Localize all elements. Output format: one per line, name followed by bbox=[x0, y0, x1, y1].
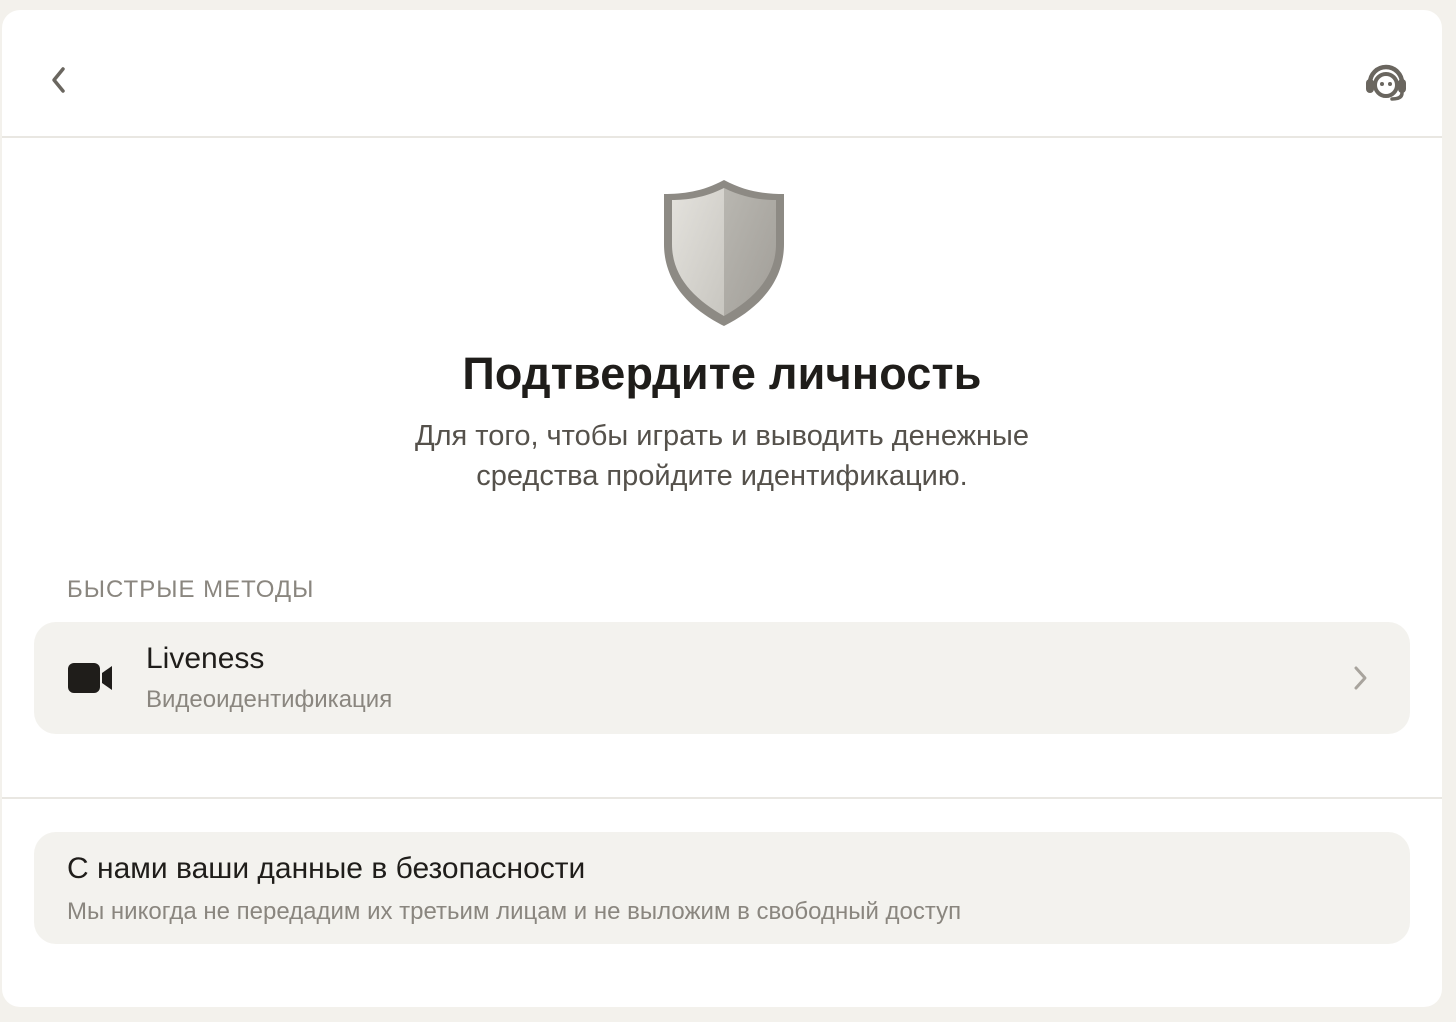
chevron-right-icon bbox=[1350, 662, 1370, 694]
subtitle-line: средства пройдите идентификацию. bbox=[476, 460, 968, 492]
info-subtitle: Мы никогда не передадим их третьим лицам… bbox=[67, 898, 962, 925]
liveness-method-card[interactable]: Liveness Видеоидентификация bbox=[34, 622, 1410, 734]
support-button[interactable] bbox=[1360, 56, 1412, 108]
top-bar bbox=[2, 10, 1442, 138]
data-safety-card: С нами ваши данные в безопасности Мы ник… bbox=[34, 832, 1410, 944]
info-title: С нами ваши данные в безопасности bbox=[67, 852, 586, 885]
divider bbox=[2, 797, 1442, 799]
headset-support-icon bbox=[1362, 57, 1410, 108]
chevron-left-icon bbox=[49, 65, 67, 100]
subtitle-line: Для того, чтобы играть и выводить денежн… bbox=[414, 420, 1030, 452]
shield-icon bbox=[658, 176, 790, 328]
method-subtitle: Видеоидентификация bbox=[146, 686, 393, 713]
back-button[interactable] bbox=[38, 60, 78, 104]
section-label-fast-methods: БЫСТРЫЕ МЕТОДЫ bbox=[67, 576, 315, 603]
video-camera-icon bbox=[68, 662, 114, 694]
verification-panel: Подтвердите личность Для того, чтобы игр… bbox=[2, 10, 1442, 1007]
method-title: Liveness bbox=[146, 642, 265, 675]
page-subtitle: Для того, чтобы играть и выводить денежн… bbox=[372, 416, 1072, 496]
page-title: Подтвердите личность bbox=[462, 348, 982, 399]
